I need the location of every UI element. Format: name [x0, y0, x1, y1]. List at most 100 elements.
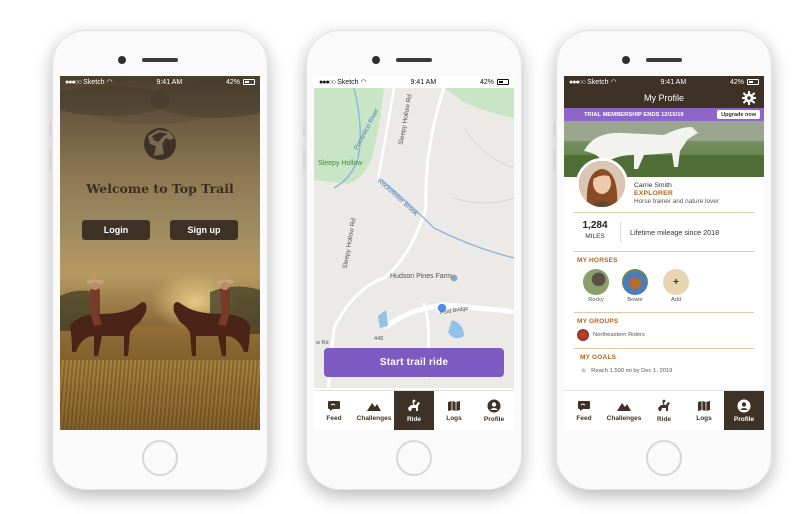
- signup-button[interactable]: Sign up: [170, 220, 238, 240]
- tab-label: Feed: [326, 414, 342, 422]
- phone-map: ●●●○○ Sketch ◠ 9:41 AM 42% Pocantico Riv…: [303, 30, 522, 490]
- phone-side-button: [49, 148, 52, 172]
- tab-label: Ride: [656, 415, 672, 423]
- plus-icon: +: [663, 269, 689, 295]
- trial-membership-banner: TRIAL MEMBERSHIP ENDS 12/15/19 Upgrade n…: [564, 108, 764, 121]
- divider: [574, 212, 754, 213]
- map-book-icon: [448, 400, 460, 411]
- welcome-title: Welcome to Top Trail: [86, 181, 234, 196]
- profile-icon: [487, 399, 501, 412]
- carrier-label: Sketch: [83, 78, 105, 86]
- my-goals-title: MY GOALS: [580, 354, 617, 361]
- mountains-icon: [617, 402, 631, 411]
- status-bar: ●●●○○ Sketch ◠ 9:41 AM 42%: [314, 76, 514, 88]
- phone-camera: [118, 56, 126, 64]
- wifi-icon: ◠: [360, 79, 367, 86]
- phone-side-button: [49, 122, 52, 136]
- tab-label: Profile: [733, 415, 755, 423]
- add-label: Add: [671, 297, 681, 303]
- status-bar: ●●●○○ Sketch ◠ 9:41 AM 42%: [60, 76, 260, 88]
- battery-icon: [242, 79, 255, 85]
- login-button[interactable]: Login: [82, 220, 150, 240]
- battery-percent: 42%: [729, 78, 744, 86]
- status-bar: ●●●○○ Sketch ◠ 9:41 AM 42%: [564, 76, 764, 88]
- trail-map[interactable]: Pocantico River Sleepy Hollow Sleepy Hol…: [314, 88, 514, 388]
- profile-header: My Profile: [564, 88, 764, 108]
- avatar[interactable]: [576, 158, 628, 210]
- signal-icon: ●●●○○: [569, 78, 586, 86]
- tab-label: Ride: [406, 415, 422, 423]
- horse-avatar: [583, 269, 609, 295]
- tab-label: Feed: [576, 414, 592, 422]
- phone-profile: ●●●○○ Sketch ◠ 9:41 AM 42% My Profile TRIA…: [553, 30, 772, 490]
- tab-profile[interactable]: Profile: [724, 391, 764, 430]
- battery-percent: 42%: [479, 78, 494, 86]
- mountains-icon: [367, 402, 381, 411]
- horse-avatar: [622, 269, 648, 295]
- trial-text: TRIAL MEMBERSHIP ENDS 12/15/19: [584, 111, 684, 118]
- phone-side-button: [303, 122, 306, 136]
- home-button[interactable]: [646, 440, 682, 476]
- phone-camera: [372, 56, 380, 64]
- group-item[interactable]: Northeastern Riders: [577, 329, 645, 341]
- carrier-label: Sketch: [587, 78, 609, 86]
- my-horses-title: MY HORSES: [577, 257, 618, 264]
- horse-rider-icon: [408, 399, 420, 411]
- divider: [574, 312, 754, 313]
- goal-text: Reach 1,500 mi by Dec 1, 2019: [591, 367, 673, 374]
- start-trail-ride-button[interactable]: Start trail ride: [324, 348, 504, 377]
- upgrade-now-button[interactable]: Upgrade now: [717, 110, 760, 119]
- map-label-road-number: 448: [374, 336, 384, 342]
- tab-profile[interactable]: Profile: [474, 391, 514, 430]
- phone-speaker: [646, 58, 682, 62]
- add-horse-button[interactable]: + Add: [663, 269, 689, 303]
- phone-side-button: [303, 148, 306, 172]
- phone-speaker: [142, 58, 178, 62]
- horse-item-bowie[interactable]: Bowie: [622, 269, 648, 303]
- signal-icon: ●●●○○: [65, 78, 82, 86]
- carrier-label: Sketch: [337, 78, 359, 86]
- miles-caption: Lifetime mileage since 2018: [630, 228, 720, 237]
- miles-value: 1,284: [582, 220, 608, 231]
- horse-name: Bowie: [627, 297, 643, 303]
- horse-logo-icon: [144, 128, 176, 160]
- tab-challenges[interactable]: Challenges: [604, 391, 644, 430]
- goal-item[interactable]: ★ Reach 1,500 mi by Dec 1, 2019: [580, 366, 672, 375]
- tab-label: Challenges: [356, 414, 392, 422]
- grass-field: [60, 360, 260, 430]
- tab-feed[interactable]: Feed: [314, 391, 354, 430]
- horse-item-rocky[interactable]: Rocky: [583, 269, 609, 303]
- divider: [574, 251, 754, 252]
- phone-speaker: [396, 58, 432, 62]
- chat-bubble-icon: [578, 400, 590, 411]
- phone-camera: [622, 56, 630, 64]
- tab-label: Logs: [446, 414, 462, 422]
- horse-rider-icon: [658, 399, 670, 411]
- clock: 9:41 AM: [410, 78, 437, 86]
- tab-bar: Feed Challenges Ride Logs Profile: [314, 390, 514, 430]
- miles-unit: MILES: [585, 233, 605, 240]
- tab-feed[interactable]: Feed: [564, 391, 604, 430]
- tab-label: Logs: [696, 414, 712, 422]
- signal-icon: ●●●○○: [319, 78, 336, 86]
- phone-welcome: ●●●○○ Sketch ◠ 9:41 AM 42% Welcome to Top …: [49, 30, 268, 490]
- map-screen: ●●●○○ Sketch ◠ 9:41 AM 42% Pocantico Riv…: [314, 76, 514, 430]
- phone-side-button: [553, 148, 556, 172]
- tab-logs[interactable]: Logs: [684, 391, 724, 430]
- home-button[interactable]: [142, 440, 178, 476]
- gear-icon[interactable]: [742, 91, 756, 105]
- map-label-road-fragment: w Rd: [316, 340, 329, 346]
- battery-percent: 42%: [225, 78, 240, 86]
- star-icon: ★: [580, 366, 588, 375]
- tab-logs[interactable]: Logs: [434, 391, 474, 430]
- profile-bio: Horse trainer and nature lover: [634, 198, 719, 205]
- horse-name: Rocky: [588, 297, 604, 303]
- tab-ride[interactable]: Ride: [394, 391, 434, 430]
- tab-challenges[interactable]: Challenges: [354, 391, 394, 430]
- tab-ride[interactable]: Ride: [644, 391, 684, 430]
- divider: [574, 348, 754, 349]
- welcome-screen: ●●●○○ Sketch ◠ 9:41 AM 42% Welcome to Top …: [60, 76, 260, 430]
- tab-bar: Feed Challenges Ride Logs Profile: [564, 390, 764, 430]
- home-button[interactable]: [396, 440, 432, 476]
- tab-label: Profile: [483, 415, 505, 423]
